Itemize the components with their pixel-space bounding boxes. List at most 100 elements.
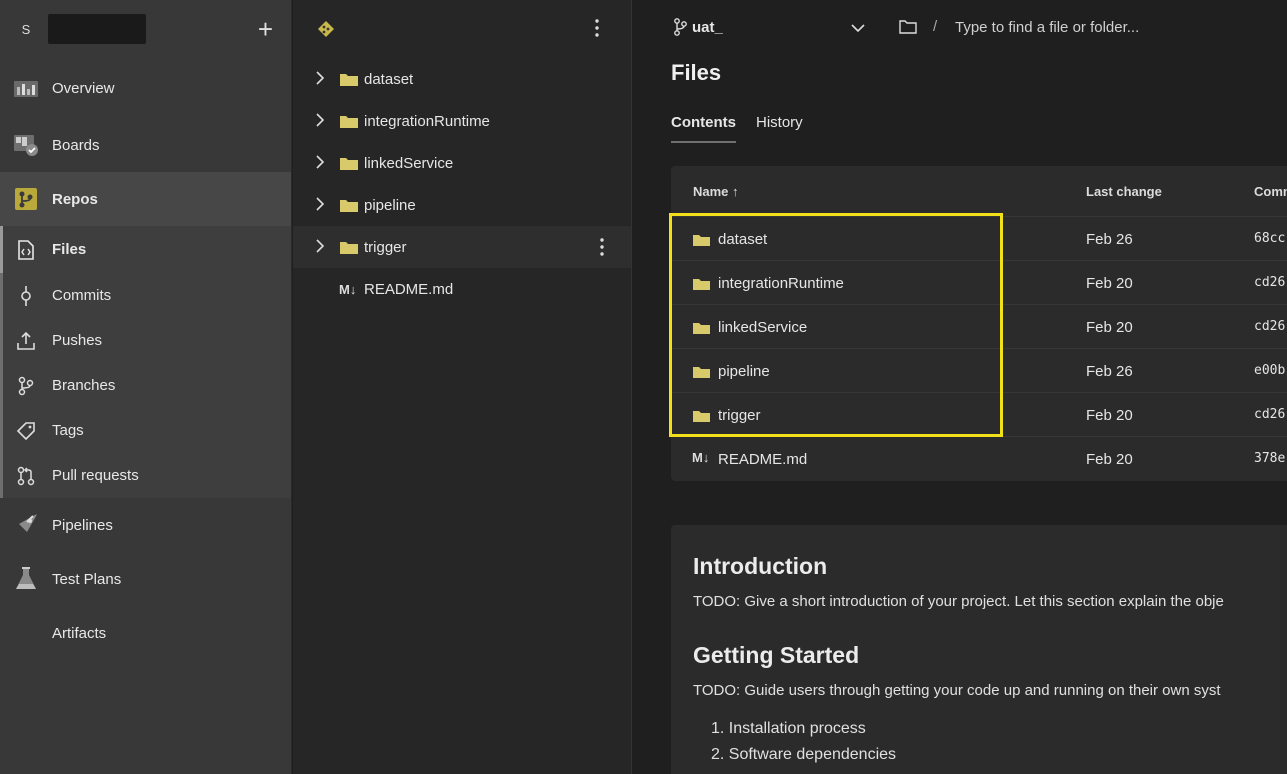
file-name[interactable]: README.md bbox=[718, 451, 807, 468]
commit-hash[interactable]: cd26 bbox=[1254, 407, 1285, 422]
branch-icon bbox=[16, 376, 36, 396]
nav-label-repos: Repos bbox=[52, 190, 98, 208]
folder-icon bbox=[340, 72, 358, 90]
push-icon bbox=[16, 331, 36, 351]
tree-item-label: trigger bbox=[364, 238, 407, 256]
nav-item-overview[interactable]: Overview bbox=[0, 58, 291, 118]
readme-list-item: 1. Installation process bbox=[711, 720, 866, 737]
nav-label-branches: Branches bbox=[52, 377, 116, 394]
tree-item-integrationruntime[interactable]: integrationRuntime bbox=[293, 100, 631, 142]
last-change-date: Feb 26 bbox=[1086, 231, 1133, 248]
readme-heading-introduction: Introduction bbox=[693, 553, 828, 579]
readme-paragraph-getting-started: TODO: Guide users through getting your c… bbox=[693, 682, 1221, 699]
folder-icon bbox=[340, 114, 358, 132]
repo-icon[interactable] bbox=[317, 20, 335, 43]
commit-hash[interactable]: e00b bbox=[1254, 363, 1285, 378]
readme-list-item: 2. Software dependencies bbox=[711, 746, 897, 763]
last-change-date: Feb 20 bbox=[1086, 407, 1133, 424]
nav-item-test-plans[interactable]: Test Plans bbox=[0, 552, 291, 606]
new-project-button[interactable]: + bbox=[258, 16, 273, 42]
nav-label-overview: Overview bbox=[52, 79, 115, 97]
tab-history[interactable]: History bbox=[756, 114, 803, 143]
row-more-options-icon[interactable] bbox=[600, 238, 604, 259]
tree-item-linkedservice[interactable]: linkedService bbox=[293, 142, 631, 184]
nav-item-pushes[interactable]: Pushes bbox=[0, 318, 291, 363]
last-change-date: Feb 20 bbox=[1086, 451, 1133, 468]
tree-item-dataset[interactable]: dataset bbox=[293, 58, 631, 100]
boards-icon bbox=[12, 131, 40, 159]
nav-label-tags: Tags bbox=[52, 422, 84, 439]
left-nav: S + Overview Boards Repos Files Commits bbox=[0, 0, 292, 774]
nav-label-files: Files bbox=[52, 241, 87, 258]
file-search-input[interactable]: Type to find a file or folder... bbox=[955, 19, 1139, 36]
commit-hash[interactable]: cd26 bbox=[1254, 319, 1285, 334]
tree-item-pipeline[interactable]: pipeline bbox=[293, 184, 631, 226]
folder-icon bbox=[340, 156, 358, 174]
column-header-last-change[interactable]: Last change bbox=[1086, 166, 1162, 216]
commit-icon bbox=[16, 285, 36, 306]
chevron-right-icon[interactable] bbox=[315, 113, 325, 131]
nav-item-pull-requests[interactable]: Pull requests bbox=[0, 453, 291, 498]
nav-item-repos[interactable]: Repos bbox=[0, 172, 291, 226]
path-separator: / bbox=[933, 18, 938, 35]
repos-icon bbox=[12, 185, 40, 213]
org-name-redacted[interactable] bbox=[48, 14, 146, 44]
tree-item-label: pipeline bbox=[364, 196, 416, 214]
nav-label-test-plans: Test Plans bbox=[52, 570, 122, 588]
last-change-date: Feb 20 bbox=[1086, 319, 1133, 336]
tree-item-label: integrationRuntime bbox=[364, 112, 490, 130]
nav-item-branches[interactable]: Branches bbox=[0, 363, 291, 408]
nav-item-pipelines[interactable]: Pipelines bbox=[0, 498, 291, 552]
file-code-icon bbox=[16, 239, 36, 260]
nav-label-commits: Commits bbox=[52, 287, 112, 304]
nav-label-pipelines: Pipelines bbox=[52, 516, 113, 534]
chevron-right-icon[interactable] bbox=[315, 239, 325, 257]
last-change-date: Feb 20 bbox=[1086, 275, 1133, 292]
column-header-commits[interactable]: Comm bbox=[1254, 166, 1287, 216]
readme-paragraph-introduction: TODO: Give a short introduction of your … bbox=[693, 593, 1224, 610]
nav-label-pull-requests: Pull requests bbox=[52, 467, 139, 484]
tag-icon bbox=[16, 421, 36, 441]
nav-label-artifacts: Artifacts bbox=[52, 624, 107, 642]
tree-item-readme[interactable]: M↓ README.md bbox=[293, 268, 631, 310]
nav-label-pushes: Pushes bbox=[52, 332, 103, 349]
chevron-right-icon[interactable] bbox=[315, 155, 325, 173]
tree-item-label: README.md bbox=[364, 280, 454, 298]
chevron-right-icon[interactable] bbox=[315, 71, 325, 89]
main-content: uat_ / Type to find a file or folder... … bbox=[633, 0, 1287, 774]
nav-item-boards[interactable]: Boards bbox=[0, 118, 291, 172]
table-row[interactable]: M↓ README.md Feb 20 378e bbox=[671, 436, 1287, 480]
folder-outline-icon[interactable] bbox=[899, 20, 917, 38]
chevron-right-icon[interactable] bbox=[315, 197, 325, 215]
nav-item-commits[interactable]: Commits bbox=[0, 273, 291, 318]
content-tabs: Contents History bbox=[671, 114, 803, 143]
commit-hash[interactable]: 68cc bbox=[1254, 231, 1285, 246]
nav-label-boards: Boards bbox=[52, 136, 100, 154]
org-header: S + bbox=[0, 0, 291, 58]
pipelines-icon bbox=[12, 511, 40, 539]
nav-item-files[interactable]: Files bbox=[0, 226, 291, 273]
highlight-box bbox=[669, 213, 1003, 437]
chevron-down-icon[interactable] bbox=[851, 20, 865, 37]
tree-header bbox=[293, 0, 631, 58]
last-change-date: Feb 26 bbox=[1086, 363, 1133, 380]
overview-icon bbox=[12, 74, 40, 102]
nav-item-artifacts[interactable]: Artifacts bbox=[0, 606, 291, 660]
org-avatar[interactable]: S bbox=[12, 15, 40, 43]
folder-icon bbox=[340, 198, 358, 216]
branch-selector[interactable]: uat_ bbox=[692, 19, 723, 36]
folder-icon bbox=[340, 240, 358, 258]
page-title: Files bbox=[671, 60, 722, 85]
commit-hash[interactable]: 378e bbox=[1254, 451, 1285, 466]
tree-item-trigger[interactable]: trigger bbox=[293, 226, 631, 268]
tab-contents[interactable]: Contents bbox=[671, 114, 736, 143]
column-header-name[interactable]: Name ↑ bbox=[693, 166, 739, 216]
path-bar: uat_ / Type to find a file or folder... bbox=[633, 0, 1287, 56]
nav-item-tags[interactable]: Tags bbox=[0, 408, 291, 453]
pull-request-icon bbox=[16, 466, 36, 486]
branch-icon[interactable] bbox=[673, 18, 687, 40]
markdown-icon: M↓ bbox=[692, 450, 710, 465]
tree-more-options-icon[interactable] bbox=[595, 19, 599, 40]
commit-hash[interactable]: cd26 bbox=[1254, 275, 1285, 290]
file-tree-panel: dataset integrationRuntime linkedService… bbox=[293, 0, 632, 774]
